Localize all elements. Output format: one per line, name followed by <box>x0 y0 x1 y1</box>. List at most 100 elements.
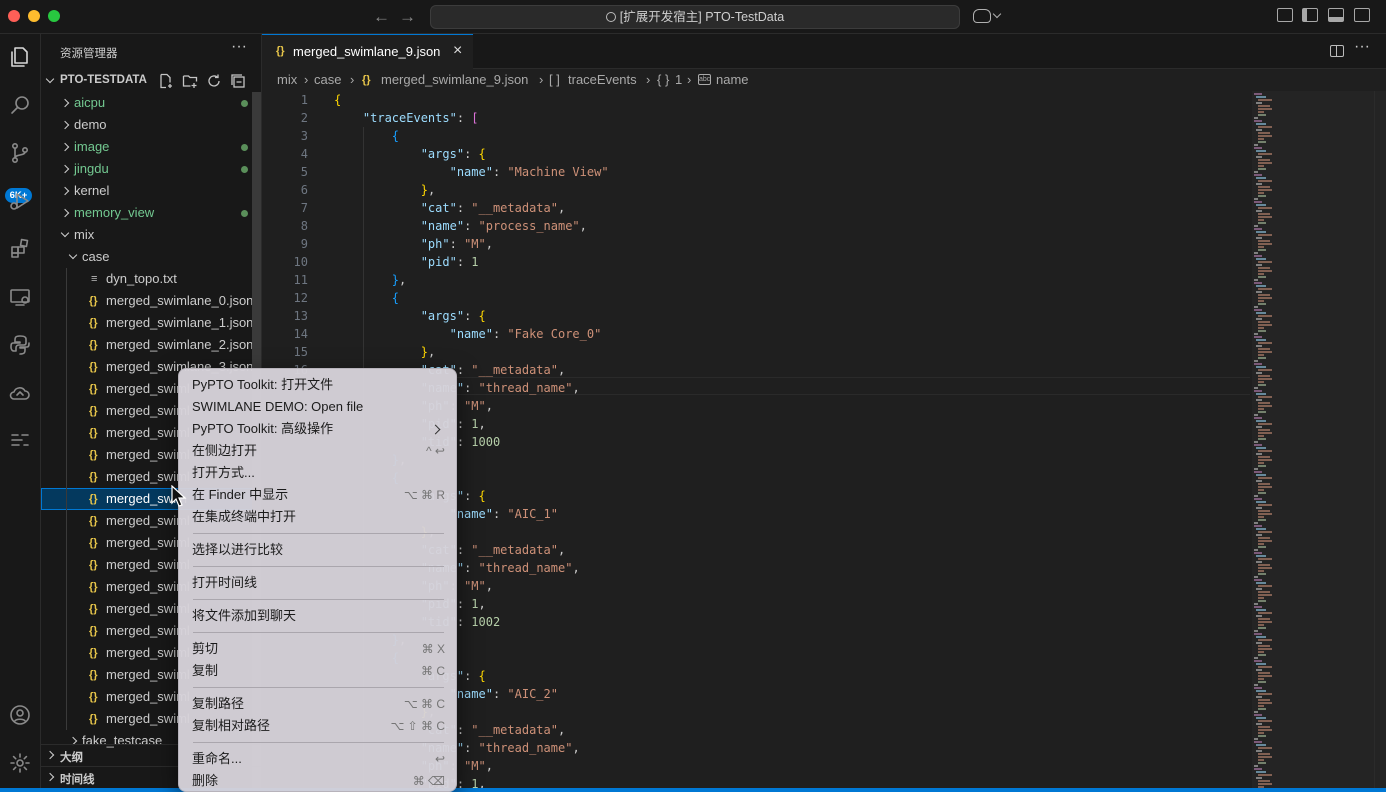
breadcrumb-item[interactable]: traceEvents <box>568 69 637 91</box>
minimap-line <box>1256 285 1266 287</box>
customize-layout-icon[interactable] <box>1277 8 1293 22</box>
folder-item[interactable]: mix <box>41 224 254 246</box>
minimap-line <box>1258 108 1272 110</box>
menu-item-label: PyPTO Toolkit: 打开文件 <box>192 377 334 392</box>
minimize-window-button[interactable] <box>28 10 40 22</box>
folder-item[interactable]: demo <box>41 114 254 136</box>
menu-item-label: 复制 <box>192 663 219 678</box>
settings-gear-icon[interactable] <box>3 746 37 780</box>
more-actions-icon[interactable]: ··· <box>231 38 247 56</box>
minimap-line <box>1258 192 1264 194</box>
chevron-down-icon[interactable] <box>992 9 1002 19</box>
code-line: }, <box>391 273 407 287</box>
close-window-button[interactable] <box>8 10 20 22</box>
command-center-search[interactable]: [扩展开发宿主] PTO-TestData <box>430 5 960 29</box>
minimap-line <box>1258 705 1264 707</box>
context-menu-item[interactable]: 复制 ⌘ C <box>184 660 453 682</box>
zoom-window-button[interactable] <box>48 10 60 22</box>
arrow-left-icon[interactable]: ← <box>373 7 390 27</box>
breadcrumb-item[interactable]: mix <box>277 69 297 91</box>
context-menu-item[interactable]: 重命名... ↩ <box>184 748 453 770</box>
folder-item[interactable]: jingdu <box>41 158 254 180</box>
split-editor-icon[interactable] <box>1330 45 1344 57</box>
source-control-icon[interactable] <box>3 136 37 170</box>
context-menu-item[interactable]: 复制相对路径 ⌥ ⇧ ⌘ C <box>184 715 453 737</box>
file-item[interactable]: {} merged_swimlane_2.json <box>41 334 254 356</box>
refresh-icon[interactable] <box>206 73 222 89</box>
file-item[interactable]: {} merged_swimlane_0.json <box>41 290 254 312</box>
context-menu-item[interactable]: PyPTO Toolkit: 高级操作 <box>184 418 453 440</box>
close-icon[interactable]: × <box>453 42 462 60</box>
context-menu-item[interactable]: 在 Finder 中显示 ⌥ ⌘ R <box>184 484 453 506</box>
tree-item-label: case <box>82 249 110 264</box>
toggle-primary-sidebar-icon[interactable] <box>1302 8 1318 22</box>
minimap-line <box>1254 363 1262 365</box>
editor-scrollbar[interactable] <box>1374 91 1386 788</box>
context-menu-item[interactable]: 打开方式... <box>184 462 453 484</box>
minimap-line <box>1258 141 1266 143</box>
breadcrumb-item[interactable]: name <box>716 69 749 91</box>
python-icon[interactable] <box>3 328 37 362</box>
menu-item-label: 在 Finder 中显示 <box>192 487 289 502</box>
new-file-icon[interactable] <box>158 73 174 89</box>
context-menu-item[interactable]: 剪切 ⌘ X <box>184 638 453 660</box>
minimap-line <box>1258 234 1272 236</box>
collapse-all-icon[interactable] <box>230 73 246 89</box>
context-menu-item[interactable]: 复制路径 ⌥ ⌘ C <box>184 693 453 715</box>
minimap-line <box>1254 522 1258 524</box>
cloud-icon[interactable] <box>3 376 37 410</box>
folder-item[interactable]: case <box>41 246 254 268</box>
arrow-right-icon[interactable]: → <box>399 7 416 27</box>
minimap-line <box>1254 144 1258 146</box>
tree-item-label: demo <box>74 117 107 132</box>
timeline-view-icon[interactable] <box>3 424 37 458</box>
folder-item[interactable]: aicpu <box>41 92 254 114</box>
minimap[interactable] <box>1252 91 1376 788</box>
context-menu-item[interactable]: 在侧边打开 ^ ↩ <box>184 440 453 462</box>
context-menu-item[interactable]: 删除 ⌘ ⌫ <box>184 770 453 791</box>
minimap-line <box>1258 300 1264 302</box>
account-icon[interactable] <box>3 698 37 732</box>
breadcrumb-item[interactable]: 1 <box>675 69 682 91</box>
minimap-line <box>1258 240 1270 242</box>
menu-item-shortcut: ↩ <box>434 752 445 766</box>
context-menu-item[interactable]: 将文件添加到聊天 <box>184 605 453 627</box>
search-icon[interactable] <box>3 88 37 122</box>
minimap-line <box>1256 123 1266 125</box>
breadcrumb-item[interactable]: case <box>314 69 341 91</box>
copilot-icon[interactable] <box>973 9 991 23</box>
context-menu-item[interactable]: SWIMLANE DEMO: Open file <box>184 396 453 418</box>
workspace-section-header[interactable]: PTO-TESTDATA <box>41 70 261 92</box>
json-file-icon: {} <box>89 647 98 659</box>
folder-item[interactable]: memory_view <box>41 202 254 224</box>
minimap-line <box>1256 588 1262 590</box>
minimap-line <box>1256 717 1266 719</box>
run-debug-icon[interactable] <box>3 184 37 218</box>
toggle-secondary-sidebar-icon[interactable] <box>1354 8 1370 22</box>
new-folder-icon[interactable] <box>182 73 198 89</box>
tab-merged-swimlane-9[interactable]: {} merged_swimlane_9.json × <box>262 34 473 69</box>
folder-item[interactable]: kernel <box>41 180 254 202</box>
breadcrumb-item[interactable]: merged_swimlane_9.json <box>381 69 528 91</box>
more-actions-icon[interactable]: ··· <box>1354 38 1370 56</box>
activity-bar: 6K+ <box>0 34 41 788</box>
minimap-line <box>1254 630 1258 632</box>
minimap-line <box>1258 243 1272 245</box>
minimap-line <box>1258 570 1264 572</box>
minimap-line <box>1256 150 1266 152</box>
context-menu-item[interactable]: PyPTO Toolkit: 打开文件 <box>184 374 453 396</box>
folder-item[interactable]: image <box>41 136 254 158</box>
remote-explorer-icon[interactable] <box>3 280 37 314</box>
toggle-panel-icon[interactable] <box>1328 8 1344 22</box>
menu-item-label: PyPTO Toolkit: 高级操作 <box>192 421 334 436</box>
explorer-icon[interactable] <box>3 40 37 74</box>
workspace-root-label: PTO-TESTDATA <box>60 74 147 86</box>
file-item[interactable]: {} merged_swimlane_1.json <box>41 312 254 334</box>
context-menu-item[interactable]: 在集成终端中打开 <box>184 506 453 528</box>
context-menu-item[interactable]: 打开时间线 <box>184 572 453 594</box>
file-item[interactable]: ≡ dyn_topo.txt <box>41 268 254 290</box>
json-file-icon: {} <box>89 471 98 483</box>
json-file-icon: {} <box>89 317 98 329</box>
context-menu-item[interactable]: 选择以进行比较 <box>184 539 453 561</box>
extensions-icon[interactable] <box>3 232 37 266</box>
